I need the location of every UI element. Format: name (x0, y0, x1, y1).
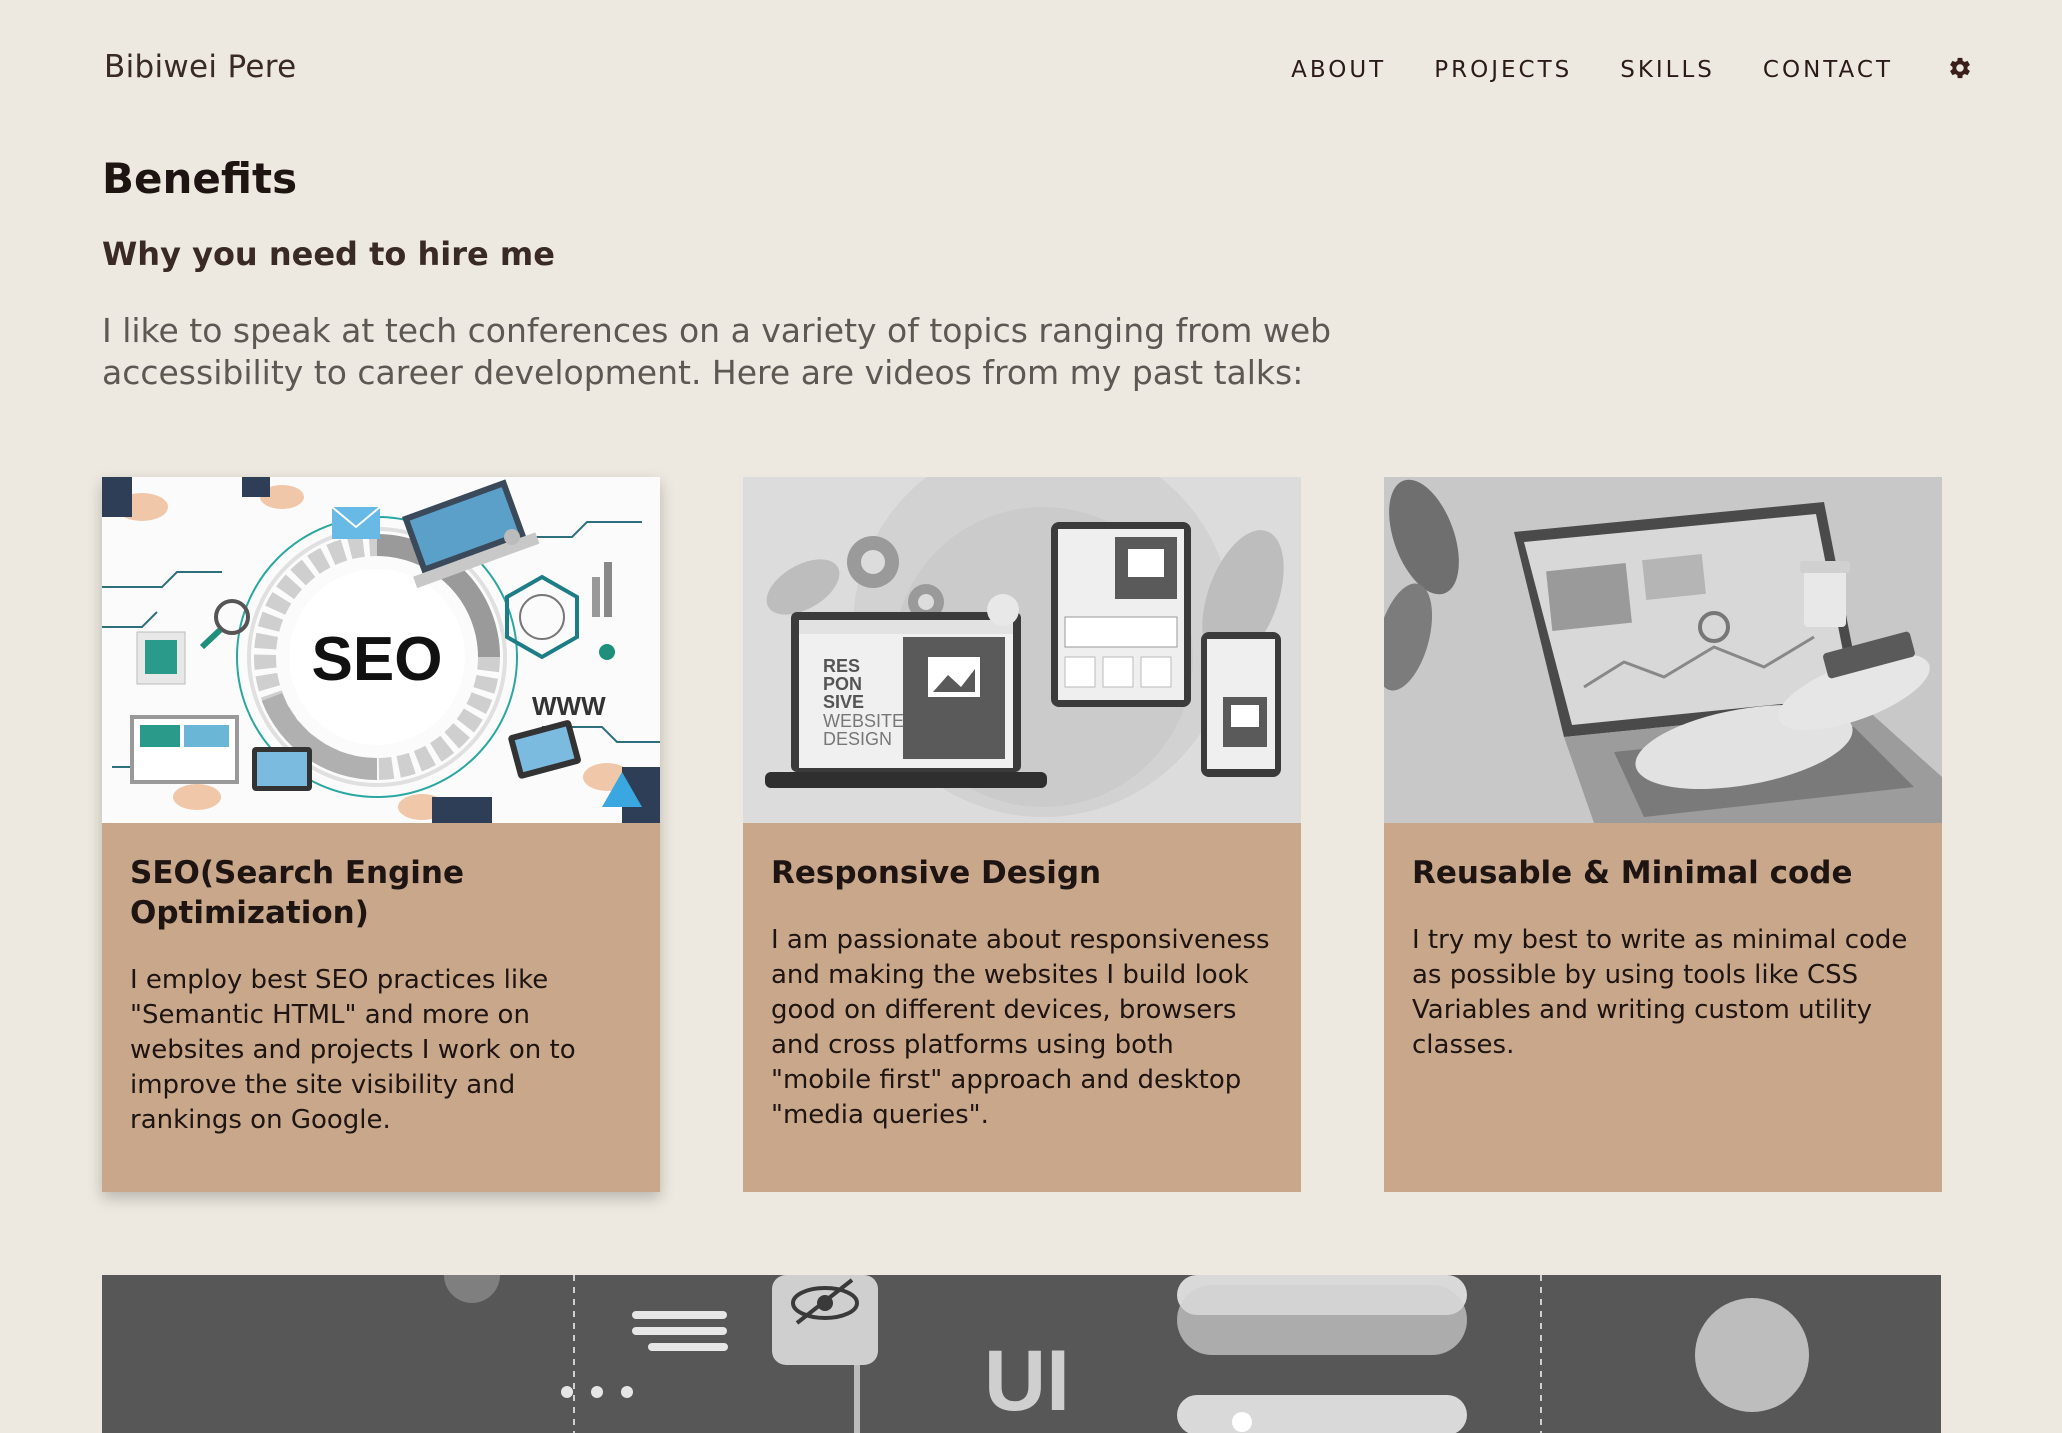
card-title-reusable: Reusable & Minimal code (1412, 855, 1853, 891)
card-title-responsive: Responsive Design (771, 855, 1102, 891)
site-header: Bibiwei Pere ABOUT PROJECTS SKILLS CONTA… (0, 0, 2062, 142)
seo-illustration: SEO WWW (102, 477, 660, 823)
gear-icon (1950, 57, 1970, 79)
page: Bibiwei Pere ABOUT PROJECTS SKILLS CONTA… (0, 0, 2062, 1433)
responsive-image-label-4: WEBSITE (823, 711, 904, 731)
nav-skills-link[interactable]: SKILLS (1620, 54, 1715, 86)
benefit-card-reusable: Reusable & Minimal code I try my best to… (1384, 477, 1942, 1192)
nav-contact-link[interactable]: CONTACT (1763, 54, 1893, 86)
nav-projects-link[interactable]: PROJECTS (1434, 54, 1572, 86)
nav-about-link[interactable]: ABOUT (1291, 54, 1386, 86)
section-subtitle: Why you need to hire me (102, 235, 555, 273)
card-title-seo: SEO(Search Engine Optimization) (130, 855, 464, 931)
card-text-reusable: I try my best to write as minimal code a… (1412, 925, 1908, 1060)
card-text-responsive: I am passionate about responsiveness and… (771, 925, 1270, 1130)
ui-banner-image: UI (102, 1275, 1941, 1433)
main-nav: ABOUT PROJECTS SKILLS CONTACT (1243, 54, 1893, 86)
benefit-card-seo: SEO WWW SEO(Search Engine Optimization) … (102, 477, 660, 1192)
responsive-image-label-5: DESIGN (823, 729, 892, 749)
benefit-card-responsive: RES PON SIVE WEBSITE DESIGN Responsive D… (743, 477, 1301, 1192)
card-text-seo: I employ best SEO practices like "Semant… (130, 965, 576, 1135)
section-description: I like to speak at tech conferences on a… (102, 311, 1332, 392)
responsive-image-label-1: RES (823, 656, 860, 676)
responsive-image-label-3: SIVE (823, 692, 864, 712)
section-title: Benefits (102, 154, 298, 203)
brand-logo-link[interactable]: Bibiwei Pere (104, 49, 296, 85)
responsive-image-label-2: PON (823, 674, 862, 694)
banner-ui-label: UI (984, 1333, 1070, 1429)
www-image-label: WWW (532, 691, 606, 721)
responsive-illustration: RES PON SIVE WEBSITE DESIGN (743, 477, 1301, 823)
reusable-illustration (1384, 477, 1942, 823)
settings-button[interactable] (1944, 52, 1976, 84)
seo-image-label: SEO (312, 625, 443, 694)
